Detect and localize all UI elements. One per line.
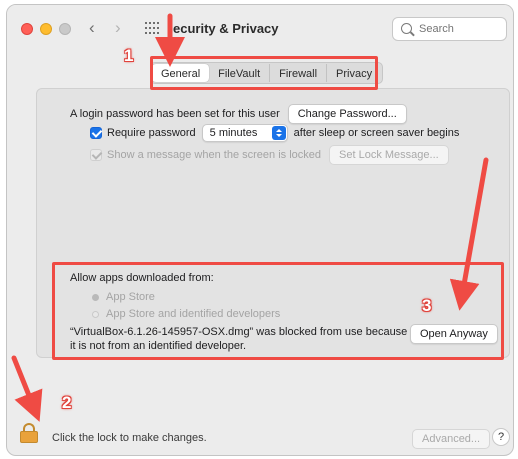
tab-general[interactable]: General (152, 64, 210, 82)
password-delay-select[interactable]: 5 minutes (201, 124, 288, 142)
annotation-label-2: 2 (62, 393, 72, 412)
set-lock-message-button[interactable]: Set Lock Message... (329, 145, 449, 165)
login-password-row: A login password has been set for this u… (70, 104, 407, 124)
back-arrow-icon[interactable]: ‹ (89, 18, 95, 38)
annotation-label-1: 1 (124, 46, 134, 65)
show-message-checkbox[interactable] (90, 149, 102, 161)
blocked-message-line2: it is not from an identified developer. (70, 340, 247, 352)
window-title: ecurity & Privacy (173, 21, 279, 36)
allow-apps-heading-row: Allow apps downloaded from: (70, 272, 214, 284)
forward-arrow-icon[interactable]: › (115, 18, 121, 38)
radio-app-store-label: App Store (106, 291, 155, 303)
require-password-label: Require password (107, 127, 196, 139)
change-password-button[interactable]: Change Password... (287, 104, 407, 124)
search-icon (401, 23, 412, 34)
search-input[interactable] (419, 21, 501, 37)
annotation-label-3: 3 (422, 296, 432, 315)
tab-firewall[interactable]: Firewall (270, 64, 328, 82)
blocked-message: “VirtualBox-6.1.26-145957-OSX.dmg” was b… (70, 325, 407, 353)
show-all-grid-icon[interactable] (145, 22, 159, 35)
after-sleep-text: after sleep or screen saver begins (293, 127, 460, 139)
lock-icon[interactable] (20, 423, 38, 443)
radio-identified-developers[interactable] (92, 310, 99, 318)
password-delay-value: 5 minutes (209, 127, 258, 139)
zoom-window-button[interactable] (59, 23, 71, 35)
radio-identified-label: App Store and identified developers (106, 308, 281, 320)
require-password-row: Require password 5 minutes after sleep o… (90, 124, 459, 142)
select-stepper-icon (271, 126, 286, 140)
tab-bar: General FileVault Firewall Privacy (150, 62, 384, 84)
blocked-message-line1: “VirtualBox-6.1.26-145957-OSX.dmg” was b… (70, 326, 408, 338)
title-bar: ‹ › ecurity & Privacy (7, 5, 513, 53)
tab-filevault[interactable]: FileVault (209, 64, 271, 82)
show-message-label: Show a message when the screen is locked (107, 149, 322, 161)
open-anyway-button[interactable]: Open Anyway (410, 324, 498, 344)
require-password-checkbox[interactable] (90, 127, 102, 139)
radio-identified-row[interactable]: App Store and identified developers (92, 308, 280, 320)
lock-text: Click the lock to make changes. (52, 432, 207, 444)
close-window-button[interactable] (21, 23, 33, 35)
allow-apps-heading: Allow apps downloaded from: (70, 272, 214, 284)
radio-app-store[interactable] (92, 293, 99, 301)
minimize-window-button[interactable] (40, 23, 52, 35)
radio-app-store-row[interactable]: App Store (92, 291, 155, 303)
show-message-row: Show a message when the screen is locked… (90, 145, 449, 165)
help-button[interactable]: ? (492, 428, 510, 446)
login-password-text: A login password has been set for this u… (70, 108, 280, 120)
tab-privacy[interactable]: Privacy (327, 64, 381, 82)
advanced-button[interactable]: Advanced... (412, 429, 491, 449)
search-field[interactable] (392, 17, 507, 41)
